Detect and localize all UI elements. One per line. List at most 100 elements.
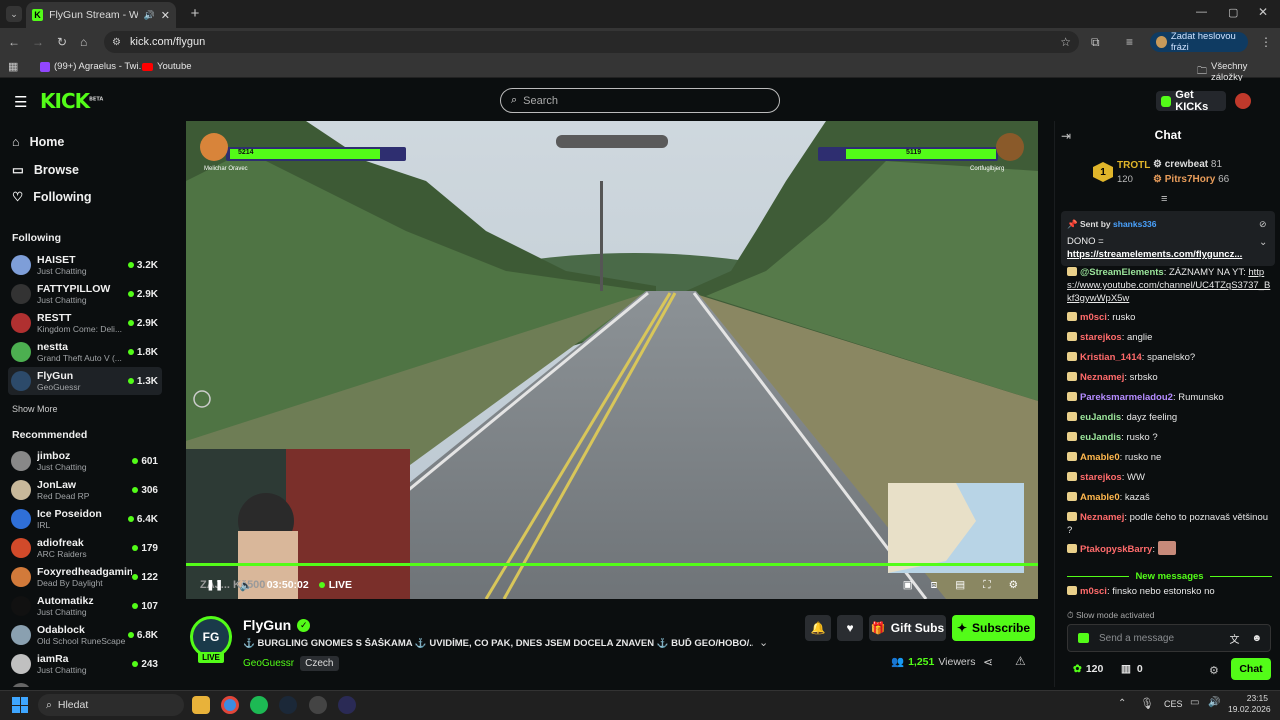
nav-following[interactable]: ♡ Following [12,189,92,205]
all-bookmarks[interactable]: 🗀 Všechny záložky [1197,61,1280,83]
reload-icon[interactable]: ↻ [57,35,67,49]
user-avatar[interactable] [1235,93,1251,109]
expand-title-icon[interactable]: ⌄ [759,636,768,649]
home-browser-icon[interactable]: ⌂ [80,35,87,49]
pinned-message[interactable]: 📌 Sent by shanks336 ⊘ DONO = ⌄ https://s… [1061,211,1275,266]
chat-username[interactable]: @StreamElements [1080,267,1164,278]
clip-icon[interactable]: ⧈ [931,579,938,592]
sidebar-channel-spacemonkey[interactable]: SpaceMonkey129 [8,679,162,687]
sidebar-channel-restt[interactable]: RESTT Kingdom Come: Deli... 2.9K [8,309,162,337]
microphone-icon[interactable]: 🎙 [1140,697,1154,710]
chat-username[interactable]: euJandis [1080,412,1121,423]
chat-input[interactable]: Send a message 文 ☻ [1067,624,1271,652]
sidebar-channel-jimboz[interactable]: jimboz Just Chatting 601 [8,447,162,475]
site-info-icon[interactable]: ⚙ [112,37,121,48]
chat-username[interactable]: Neznamej [1080,372,1124,383]
language-tag[interactable]: Czech [300,656,339,671]
pinned-link[interactable]: https://streamelements.com/flyguncz... [1067,249,1242,260]
sidebar-channel-ice-poseidon[interactable]: Ice Poseidon IRL 6.4K [8,505,162,533]
leaderboard-toggle-icon[interactable]: ≡ [1161,193,1167,205]
maximize-icon[interactable]: ▢ [1228,6,1238,19]
sidebar-channel-jonlaw[interactable]: JonLaw Red Dead RP 306 [8,476,162,504]
clock[interactable]: 23:15 19.02.2026 [1228,693,1271,715]
settings-icon[interactable]: ⚙ [1009,579,1018,591]
tab-close-icon[interactable]: ✕ [161,9,170,22]
apps-grid-icon[interactable]: ▦ [8,60,18,73]
chat-username[interactable]: PtakopyskBarry [1080,544,1152,555]
kicks-balance[interactable]: ✿ 120 [1073,663,1103,675]
windows-start-icon[interactable] [12,697,28,713]
file-explorer-icon[interactable] [192,696,210,714]
nav-home[interactable]: ⌂ Home [12,135,64,149]
bookmark-star-icon[interactable]: ☆ [1060,35,1071,49]
chat-settings-icon[interactable]: ⚙ [1209,664,1219,677]
chat-username[interactable]: Amable0 [1080,492,1120,503]
window-close-icon[interactable]: ✕ [1258,5,1268,19]
report-icon[interactable]: ⚠ [1015,654,1026,668]
sidebar-channel-nestta[interactable]: nestta Grand Theft Auto V (... 1.8K [8,338,162,366]
seek-bar[interactable] [186,563,1038,566]
sidebar-channel-flygun[interactable]: FlyGun GeoGuessr 1.3K [8,367,162,395]
category-link[interactable]: GeoGuessr [243,658,294,669]
chat-username[interactable]: Neznamej [1080,512,1124,523]
video-player[interactable]: 5214 Melichar Oravec 5119 Cortfuglbjerg … [186,121,1038,599]
leader-name[interactable]: TROTL [1117,160,1150,171]
keyboard-language[interactable]: CES [1164,699,1183,709]
sidebar-channel-fattypillow[interactable]: FATTYPILLOW Just Chatting 2.9K [8,280,162,308]
sidebar-channel-foxyredheadgaming[interactable]: Foxyredheadgaming Dead By Daylight 122 [8,563,162,591]
volume-icon[interactable]: 🔈 [240,579,253,592]
gift-subs-button[interactable]: 🎁 Gift Subs [869,615,946,641]
follow-button[interactable]: ♥ [837,615,863,641]
chrome-icon[interactable] [221,696,239,714]
subscribe-button[interactable]: ✦ Subscribe [952,615,1035,641]
password-phrase-button[interactable]: Zadat heslovou frázi [1150,31,1248,53]
translate-icon[interactable]: 文 [1229,631,1239,646]
hamburger-menu-icon[interactable]: ☰ [14,93,27,111]
unpin-icon[interactable]: ⊘ [1259,219,1267,230]
speaker-icon[interactable]: 🔊 [1208,697,1220,708]
sidebar-channel-adiofreak[interactable]: adiofreak ARC Raiders 179 [8,534,162,562]
search-input[interactable]: ⌕ Search [500,88,780,113]
expand-pinned-icon[interactable]: ⌄ [1259,237,1267,248]
gift-balance[interactable]: ▥ 0 [1121,663,1143,675]
pause-icon[interactable]: ❚❚ [206,579,224,591]
channel-name[interactable]: FlyGun [243,617,291,633]
chat-username[interactable]: euJandis [1080,432,1121,443]
chat-username[interactable]: m0sci [1080,312,1107,323]
spotify-icon[interactable] [250,696,268,714]
sidebar-channel-odablock[interactable]: Odablock Old School RuneScape 6.8K [8,621,162,649]
pip-icon[interactable]: ▤ [955,579,965,591]
chat-username[interactable]: Pareksmarmeladou2 [1080,392,1173,403]
share-icon[interactable]: ⋖ [983,655,993,669]
obs-icon[interactable] [309,696,327,714]
show-more-link[interactable]: Show More [12,404,58,414]
new-tab-icon[interactable]: + [188,5,202,22]
bookmark-youtube[interactable]: Youtube [142,61,192,72]
chat-username[interactable]: Kristian_1414 [1080,352,1142,363]
taskbar-search[interactable]: ⌕ Hledat [38,694,184,716]
sidebar-channel-iamra[interactable]: iamRa Just Chatting 243 [8,650,162,678]
tab-list-icon[interactable]: ⌄ [6,6,22,22]
chat-send-button[interactable]: Chat [1231,658,1271,680]
nav-browse[interactable]: ▭ Browse [12,162,79,178]
leader-3[interactable]: ⚙ Pitrs7Hory 66 [1153,174,1229,185]
emoji-icon[interactable]: ☻ [1251,633,1262,644]
steam-icon[interactable] [279,696,297,714]
chat-username[interactable]: m0sci [1080,586,1107,597]
extensions-icon[interactable]: ⧉ [1091,35,1100,50]
fullscreen-icon[interactable]: ⛶ [983,579,990,592]
forward-icon[interactable]: → [32,35,44,49]
sidebar-channel-haiset[interactable]: HAISET Just Chatting 3.2K [8,251,162,279]
network-icon[interactable]: ▭ [1190,697,1199,708]
app-icon[interactable] [338,696,356,714]
leader-2[interactable]: ⚙ crewbeat 81 [1153,159,1222,170]
tab-audio-icon[interactable]: 🔊 [144,10,155,21]
bookmark-twitch[interactable]: (99+) Agraelus - Twi... [40,61,147,72]
browser-menu-icon[interactable]: ⋮ [1260,35,1272,49]
chat-username[interactable]: starejkos [1080,472,1122,483]
tray-expand-icon[interactable]: ⌃ [1118,698,1126,709]
chat-username[interactable]: starejkos [1080,332,1122,343]
minimize-icon[interactable]: — [1196,6,1207,18]
notification-bell-button[interactable]: 🔔 [805,615,831,641]
theater-icon[interactable]: ▣ [903,579,913,591]
